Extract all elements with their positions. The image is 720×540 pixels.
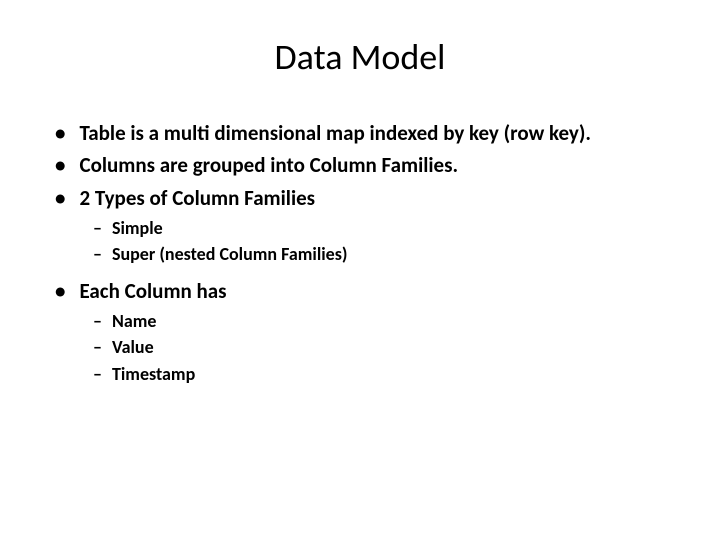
sub-bullet-item: – Simple [93, 216, 685, 240]
bullet-item: • Table is a multi dimensional map index… [45, 119, 685, 147]
dash-icon: – [93, 362, 102, 386]
sub-bullet-text: Name [112, 309, 156, 333]
dash-icon: – [93, 216, 102, 240]
dash-icon: – [93, 309, 102, 333]
bullet-text: Table is a multi dimensional map indexed… [79, 119, 591, 147]
bullet-icon: • [55, 277, 65, 305]
slide-title: Data Model [35, 35, 685, 79]
bullet-text: Columns are grouped into Column Families… [79, 151, 458, 179]
bullet-icon: • [55, 119, 65, 147]
bullet-icon: • [55, 184, 65, 212]
bullet-icon: • [55, 151, 65, 179]
bullet-text: Each Column has [79, 277, 226, 305]
sub-bullet-item: – Value [93, 335, 685, 359]
slide-content: • Table is a multi dimensional map index… [35, 119, 685, 386]
sub-bullet-item: – Timestamp [93, 362, 685, 386]
sub-bullet-text: Super (nested Column Families) [112, 242, 348, 266]
sub-bullet-item: – Name [93, 309, 685, 333]
dash-icon: – [93, 242, 102, 266]
bullet-item: • Each Column has [45, 277, 685, 305]
bullet-item: • 2 Types of Column Families [45, 184, 685, 212]
bullet-item: • Columns are grouped into Column Famili… [45, 151, 685, 179]
sub-bullet-text: Timestamp [112, 362, 195, 386]
sub-bullet-item: – Super (nested Column Families) [93, 242, 685, 266]
sub-bullet-text: Simple [112, 216, 163, 240]
sub-bullet-text: Value [112, 335, 154, 359]
dash-icon: – [93, 335, 102, 359]
bullet-text: 2 Types of Column Families [79, 184, 315, 212]
